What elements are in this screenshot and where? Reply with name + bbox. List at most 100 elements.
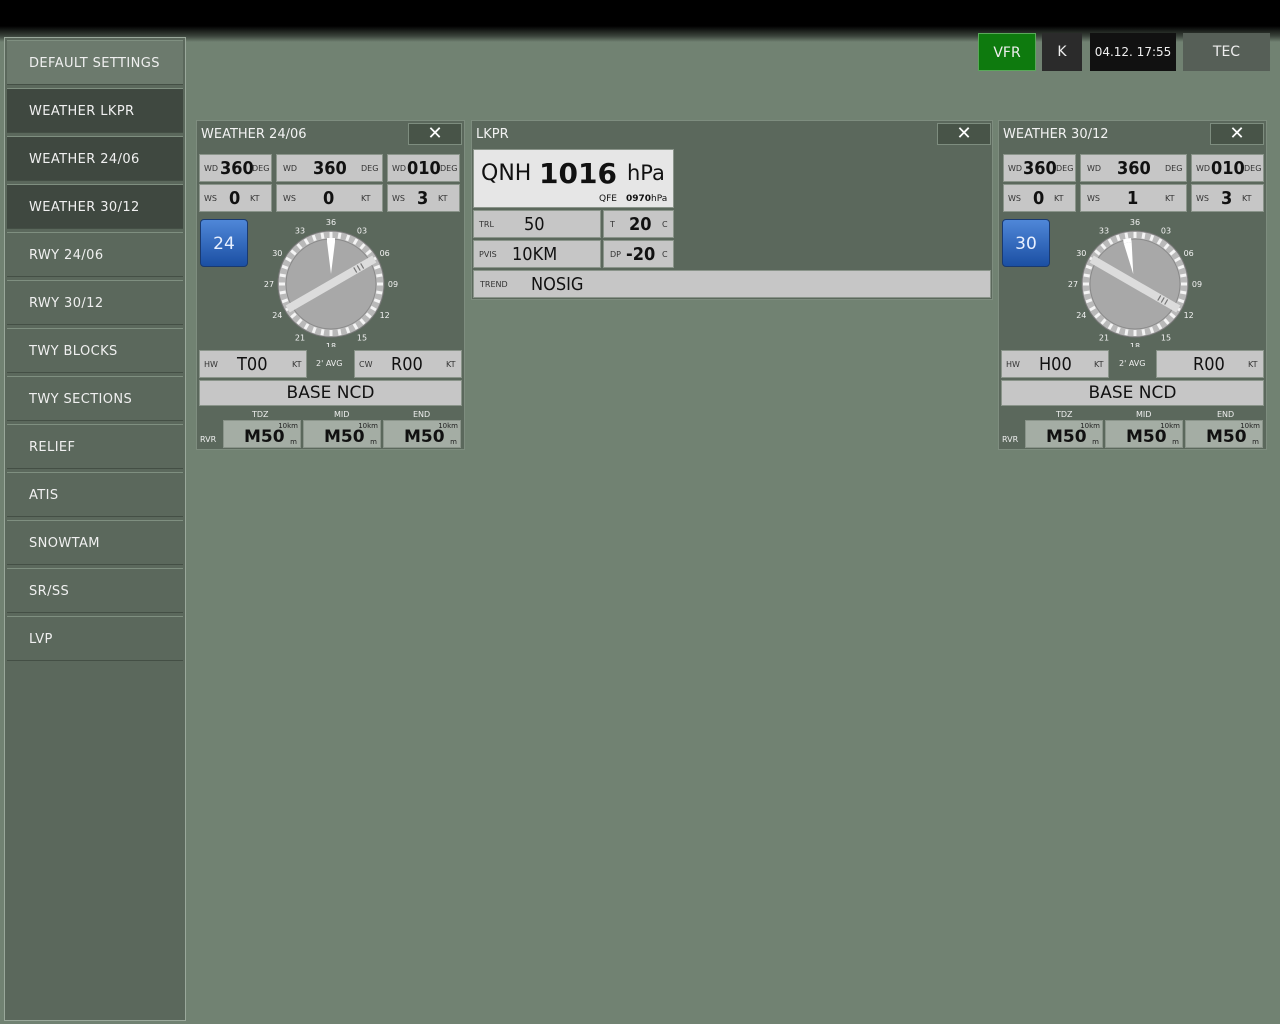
sidebar-item-twy-blocks[interactable]: TWY BLOCKS <box>7 328 183 373</box>
tec-button[interactable]: TEC <box>1183 33 1270 71</box>
rvr-range: 10km <box>1240 422 1260 430</box>
rvr-unit: m <box>450 438 457 446</box>
compass-tick <box>279 273 286 278</box>
compass-label: 36 <box>326 218 336 227</box>
rvr-range: 10km <box>438 422 458 430</box>
wind-compass: 36 03 06 09 12 15 18 21 24 27 30 33 <box>264 218 398 347</box>
sidebar-item-weather-30-12[interactable]: WEATHER 30/12 <box>7 184 183 229</box>
compass-tick <box>279 290 286 295</box>
compass-tick <box>376 273 383 278</box>
lkpr-panel: LKPR ✕ QNH 1016 hPa QFE 0970 hPa TRL 50 … <box>471 120 993 300</box>
compass-label: 12 <box>1184 311 1194 320</box>
k-button[interactable]: K <box>1042 33 1082 71</box>
sidebar-item-lvp[interactable]: LVP <box>7 616 183 661</box>
sidebar-item-rwy-24-06[interactable]: RWY 24/06 <box>7 232 183 277</box>
rvr-end-header: END <box>413 410 431 419</box>
compass-tick <box>1085 264 1093 270</box>
compass-tick <box>373 298 381 304</box>
qnh-display: QNH 1016 hPa QFE 0970 hPa <box>473 149 674 208</box>
compass-tick <box>281 264 289 270</box>
compass-tick <box>345 326 351 334</box>
rvr-unit: m <box>1252 438 1259 446</box>
celsius-unit: C <box>662 250 668 259</box>
rwy-30-button[interactable]: 30 <box>1002 219 1050 267</box>
rvr-range: 10km <box>1080 422 1100 430</box>
compass-tick <box>1141 232 1146 239</box>
rvr-tdz-cell: M50 10km m <box>1025 420 1103 448</box>
compass-label: 33 <box>1099 226 1109 235</box>
compass-tick <box>311 234 317 242</box>
sidebar-item-weather-24-06[interactable]: WEATHER 24/06 <box>7 136 183 181</box>
ws-label: WS <box>1196 194 1209 203</box>
kt-unit: KT <box>1054 194 1064 203</box>
sidebar-item-weather-lkpr[interactable]: WEATHER LKPR <box>7 88 183 133</box>
sidebar-item-sr-ss[interactable]: SR/SS <box>7 568 183 613</box>
deg-unit: DEG <box>1244 164 1262 173</box>
wd-label: WD <box>204 164 219 173</box>
wd-value: 360 <box>220 158 254 179</box>
deg-unit: DEG <box>440 164 458 173</box>
rvr-tdz-header: TDZ <box>1056 410 1073 419</box>
wd-2min-cell: WD 360 DEG <box>1003 154 1076 182</box>
compass-tick <box>1180 273 1187 278</box>
close-icon[interactable]: ✕ <box>1210 123 1264 145</box>
wd-label: WD <box>1196 164 1211 173</box>
compass-tick <box>311 326 317 334</box>
wd-avg-cell: WD 360 DEG <box>276 154 383 182</box>
rvr-mid-header: MID <box>334 410 350 419</box>
ws-2min-cell: WS 0 KT <box>1003 184 1076 212</box>
rvr-unit: m <box>290 438 297 446</box>
sidebar-item-default-settings[interactable]: DEFAULT SETTINGS <box>7 40 183 85</box>
rvr-label: RVR <box>200 435 217 444</box>
sidebar-item-rwy-30-12[interactable]: RWY 30/12 <box>7 280 183 325</box>
compass-tick <box>1177 298 1185 304</box>
sidebar-item-atis[interactable]: ATIS <box>7 472 183 517</box>
compass-tick <box>1083 290 1090 295</box>
rvr-tdz-header: TDZ <box>252 410 269 419</box>
ws-value: 0 <box>229 188 241 209</box>
rvr-mid-cell: M50 10km m <box>1105 420 1183 448</box>
hw-cell: HW T00 KT <box>199 350 307 378</box>
sidebar-item-twy-sections[interactable]: TWY SECTIONS <box>7 376 183 421</box>
pvis-value: 10KM <box>512 244 558 265</box>
ws-value: 0 <box>323 188 335 209</box>
sidebar-item-relief[interactable]: RELIEF <box>7 424 183 469</box>
rvr-mid-value: M50 <box>324 427 365 447</box>
compass-tick <box>1124 329 1129 336</box>
avg-label: 2' AVG <box>1119 359 1146 368</box>
ws-2min-cell: WS 0 KT <box>199 184 272 212</box>
weather-24-06-panel: WEATHER 24/06 ✕ WD 360 DEG WD 360 DEG WD… <box>196 120 465 450</box>
cw-cell: CW R00 KT <box>354 350 462 378</box>
compass-label: 03 <box>357 226 367 235</box>
dewpoint-cell: DP -20 C <box>603 240 674 268</box>
temp-cell: T 20 C <box>603 210 674 238</box>
close-icon[interactable]: ✕ <box>937 123 991 145</box>
rvr-range: 10km <box>278 422 298 430</box>
qnh-value: 1016 <box>539 157 617 190</box>
temp-value: 20 <box>629 214 652 235</box>
wd-max-cell: WD 010 DEG <box>387 154 460 182</box>
compass-tick <box>320 232 325 239</box>
compass-label: 30 <box>1076 249 1086 258</box>
compass-tick <box>1141 329 1146 336</box>
weather-30-12-panel: WEATHER 30/12 ✕ WD 360 DEG WD 360 DEG WD… <box>998 120 1267 450</box>
qnh-label: QNH <box>481 161 532 186</box>
compass-tick <box>1085 298 1093 304</box>
kt-unit: KT <box>1248 360 1258 369</box>
trend-cell: TREND NOSIG <box>473 270 991 298</box>
compass-tick <box>1115 234 1121 242</box>
wind-compass: 36 03 06 09 12 15 18 21 24 27 30 33 <box>1068 218 1202 347</box>
base-cloud-display: BASE NCD <box>199 380 462 406</box>
sidebar-item-snowtam[interactable]: SNOWTAM <box>7 520 183 565</box>
rvr-range: 10km <box>1160 422 1180 430</box>
rwy-24-button[interactable]: 24 <box>200 219 248 267</box>
qfe-label: QFE <box>599 194 617 204</box>
vfr-button[interactable]: VFR <box>978 33 1036 71</box>
panel-title: LKPR <box>476 127 509 142</box>
kt-unit: KT <box>446 360 456 369</box>
ws-avg-cell: WS 0 KT <box>276 184 383 212</box>
compass-tick <box>373 264 381 270</box>
trend-label: TREND <box>480 280 508 289</box>
deg-unit: DEG <box>361 164 379 173</box>
close-icon[interactable]: ✕ <box>408 123 462 145</box>
